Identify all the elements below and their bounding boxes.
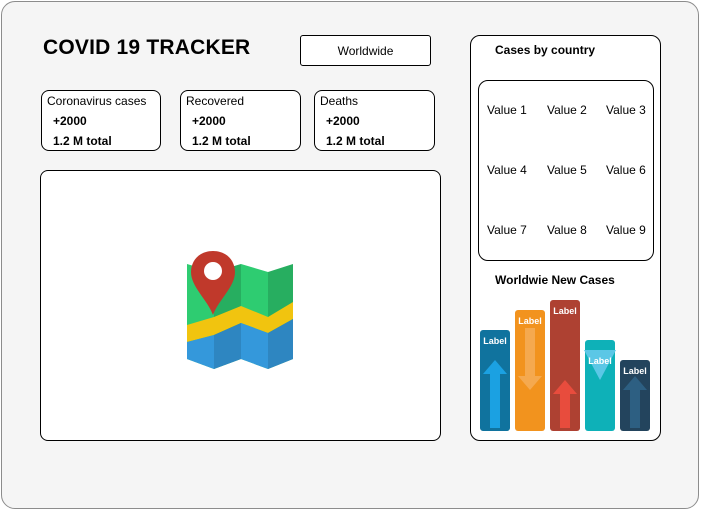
stat-card-recovered[interactable]: Recovered +2000 1.2 M total <box>180 90 301 151</box>
infographic-bar: Label <box>550 300 580 431</box>
stat-today: +2000 <box>192 114 226 128</box>
country-value: Value 8 <box>547 223 587 237</box>
infographic-bar: Label <box>620 360 650 431</box>
country-value: Value 7 <box>487 223 527 237</box>
region-select-button[interactable]: Worldwide <box>300 35 431 66</box>
stat-label: Recovered <box>186 94 245 108</box>
bar-label: Label <box>518 316 542 326</box>
page-title: COVID 19 TRACKER <box>43 36 251 59</box>
stat-label: Coronavirus cases <box>47 94 147 108</box>
bar-label: Label <box>588 356 612 366</box>
map-pin-icon <box>187 251 293 369</box>
cases-by-country-title: Cases by country <box>495 43 596 57</box>
country-value: Value 5 <box>547 163 587 177</box>
stat-label: Deaths <box>320 94 359 108</box>
bar-label: Label <box>483 336 507 346</box>
infographic-bar: Label <box>480 330 510 431</box>
stat-total: 1.2 M total <box>326 134 385 148</box>
map-panel[interactable] <box>40 170 441 441</box>
bar-label: Label <box>553 306 577 316</box>
country-value: Value 4 <box>487 163 527 177</box>
stat-total: 1.2 M total <box>192 134 251 148</box>
country-value: Value 6 <box>606 163 646 177</box>
infographic-bar: Label <box>584 340 616 431</box>
stat-card-cases[interactable]: Coronavirus cases +2000 1.2 M total <box>41 90 161 151</box>
stat-today: +2000 <box>326 114 360 128</box>
new-cases-infographic: Label Label Label Label Label <box>480 300 650 431</box>
country-value: Value 3 <box>606 103 646 117</box>
stat-today: +2000 <box>53 114 87 128</box>
infographic-bar: Label <box>515 310 545 431</box>
country-value: Value 1 <box>487 103 527 117</box>
new-cases-chart-title: Worldwie New Cases <box>495 273 615 287</box>
bar-label: Label <box>623 366 647 376</box>
stat-total: 1.2 M total <box>53 134 112 148</box>
stat-card-deaths[interactable]: Deaths +2000 1.2 M total <box>314 90 435 151</box>
country-value: Value 2 <box>547 103 587 117</box>
country-value: Value 9 <box>606 223 646 237</box>
